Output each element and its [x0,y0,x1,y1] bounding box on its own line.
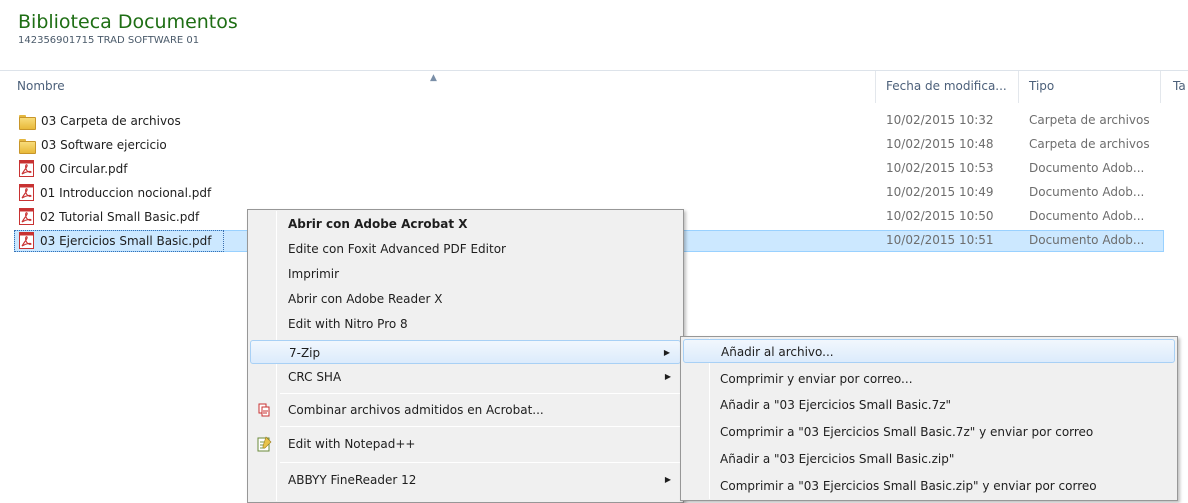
library-header: Biblioteca Documentos 142356901715 TRAD … [18,10,238,46]
submenu-item-a-adir-a-03-ejercicios-small-basic-7z[interactable]: Añadir a "03 Ejercicios Small Basic.7z" [683,393,1175,417]
submenu-item-comprimir-a-03-ejercicios-small-basic-zip-y-enviar-por-correo[interactable]: Comprimir a "03 Ejercicios Small Basic.z… [683,474,1175,498]
acrobat-combine-icon [258,403,270,417]
menu-item-abrir-con-adobe-reader-x[interactable]: Abrir con Adobe Reader X [250,287,681,311]
file-name: 01 Introduccion nocional.pdf [40,185,212,200]
submenu-item-label: Comprimir y enviar por correo... [720,372,913,386]
submenu-arrow-icon: ▶ [664,475,671,484]
menu-item-label: Abrir con Adobe Acrobat X [288,217,468,231]
submenu-item-label: Añadir al archivo... [721,345,834,359]
file-name-cell[interactable]: 00 Circular.pdf [17,159,131,178]
folder-icon [19,114,36,130]
menu-item-edit-with-nitro-pro-8[interactable]: Edit with Nitro Pro 8 [250,312,681,336]
notepad-plus-plus-icon [257,436,272,452]
menu-item-edite-con-foxit-advanced-pdf-editor[interactable]: Edite con Foxit Advanced PDF Editor [250,237,681,261]
file-row[interactable]: 03 Carpeta de archivos 10/02/2015 10:32 Ca… [0,110,1188,131]
file-name: 00 Circular.pdf [40,161,128,176]
file-name-cell[interactable]: 01 Introduccion nocional.pdf [17,183,215,202]
menu-item-label: Edit with Nitro Pro 8 [288,317,408,331]
file-name: 02 Tutorial Small Basic.pdf [40,209,200,224]
file-date: 10/02/2015 10:48 [886,137,994,151]
menu-item-combinar-archivos-admitidos-en-acrobat[interactable]: Combinar archivos admitidos en Acrobat..… [250,398,681,422]
menu-item-abbyy-finereader-12[interactable]: ABBYY FineReader 12 ▶ [250,468,681,492]
menu-item-crc-sha[interactable]: CRC SHA ▶ [250,365,681,389]
file-name-cell[interactable]: 02 Tutorial Small Basic.pdf [17,207,203,226]
menu-item-imprimir[interactable]: Imprimir [250,262,681,286]
menu-item-edit-with-notepad[interactable]: Edit with Notepad++ [250,432,681,456]
file-type: Documento Adob... [1029,233,1145,247]
menu-item-label: Edit with Notepad++ [288,437,416,451]
submenu-item-a-adir-al-archivo[interactable]: Añadir al archivo... [683,339,1175,363]
file-type: Documento Adob... [1029,185,1145,199]
column-header-type[interactable]: Tipo [1019,71,1161,103]
submenu-item-comprimir-a-03-ejercicios-small-basic-7z-y-enviar-por-correo[interactable]: Comprimir a "03 Ejercicios Small Basic.7… [683,420,1175,444]
submenu-item-a-adir-a-03-ejercicios-small-basic-zip[interactable]: Añadir a "03 Ejercicios Small Basic.zip" [683,447,1175,471]
file-type: Carpeta de archivos [1029,113,1150,127]
library-subtitle: 142356901715 TRAD SOFTWARE 01 [18,35,200,46]
context-menu: Abrir con Adobe Acrobat X Edite con Foxit… [247,209,684,503]
menu-item-label: Edite con Foxit Advanced PDF Editor [288,242,506,256]
file-name-cell[interactable]: 03 Carpeta de archivos [17,111,185,130]
menu-item-label: Abrir con Adobe Reader X [288,292,443,306]
submenu-item-label: Añadir a "03 Ejercicios Small Basic.zip" [720,452,955,466]
menu-item-label: Imprimir [288,267,340,281]
column-header-name-label: Nombre [17,79,65,93]
file-type: Documento Adob... [1029,209,1145,223]
file-name: 03 Software ejercicio [41,137,167,152]
column-header-date[interactable]: Fecha de modifica... [876,71,1019,103]
column-header-size[interactable]: Ta [1161,71,1188,103]
menu-item-label: ABBYY FineReader 12 [288,473,417,487]
file-date: 10/02/2015 10:50 [886,209,994,223]
menu-item-label: CRC SHA [288,370,342,384]
sort-ascending-icon: ▲ [430,73,437,83]
column-header-name[interactable]: Nombre ▲ [0,71,876,103]
column-header-bar: Nombre ▲ Fecha de modifica... Tipo Ta [0,70,1188,103]
file-name-cell[interactable]: 03 Software ejercicio [17,135,171,154]
menu-item-abrir-con-adobe-acrobat-x[interactable]: Abrir con Adobe Acrobat X [250,212,681,236]
file-date: 10/02/2015 10:49 [886,185,994,199]
file-name-cell[interactable]: 03 Ejercicios Small Basic.pdf [17,231,216,250]
file-date: 10/02/2015 10:51 [886,233,994,247]
submenu-arrow-icon: ▶ [664,372,671,381]
menu-separator [280,462,681,463]
submenu-item-label: Añadir a "03 Ejercicios Small Basic.7z" [720,398,952,412]
menu-item-7-zip[interactable]: 7-Zip ▶ [250,340,681,364]
file-type: Carpeta de archivos [1029,137,1150,151]
submenu-item-label: Comprimir a "03 Ejercicios Small Basic.7… [720,425,1094,439]
folder-icon [19,138,36,154]
submenu-item-comprimir-y-enviar-por-correo[interactable]: Comprimir y enviar por correo... [683,367,1175,391]
column-header-type-label: Tipo [1029,79,1055,93]
pdf-icon [19,184,34,201]
file-row[interactable]: 00 Circular.pdf 10/02/2015 10:53 Documento… [0,158,1188,179]
file-name: 03 Carpeta de archivos [41,113,181,128]
pdf-icon [19,232,34,249]
pdf-icon [19,208,34,225]
menu-separator [280,393,681,394]
column-header-size-label: Ta [1173,79,1186,93]
menu-item-label: 7-Zip [289,346,321,360]
file-row[interactable]: 03 Software ejercicio 10/02/2015 10:48 Car… [0,134,1188,155]
file-date: 10/02/2015 10:53 [886,161,994,175]
file-row[interactable]: 01 Introduccion nocional.pdf 10/02/2015 1… [0,182,1188,203]
submenu-item-label: Comprimir a "03 Ejercicios Small Basic.z… [720,479,1097,493]
menu-item-label: Combinar archivos admitidos en Acrobat..… [288,403,544,417]
submenu-arrow-icon: ▶ [663,348,670,357]
pdf-icon [19,160,34,177]
file-type: Documento Adob... [1029,161,1145,175]
library-title: Biblioteca Documentos [18,11,238,33]
file-date: 10/02/2015 10:32 [886,113,994,127]
file-name: 03 Ejercicios Small Basic.pdf [40,233,212,248]
column-header-date-label: Fecha de modifica... [886,79,1007,93]
submenu-7zip: Añadir al archivo... Comprimir y enviar p… [680,336,1178,501]
menu-separator [280,426,681,427]
